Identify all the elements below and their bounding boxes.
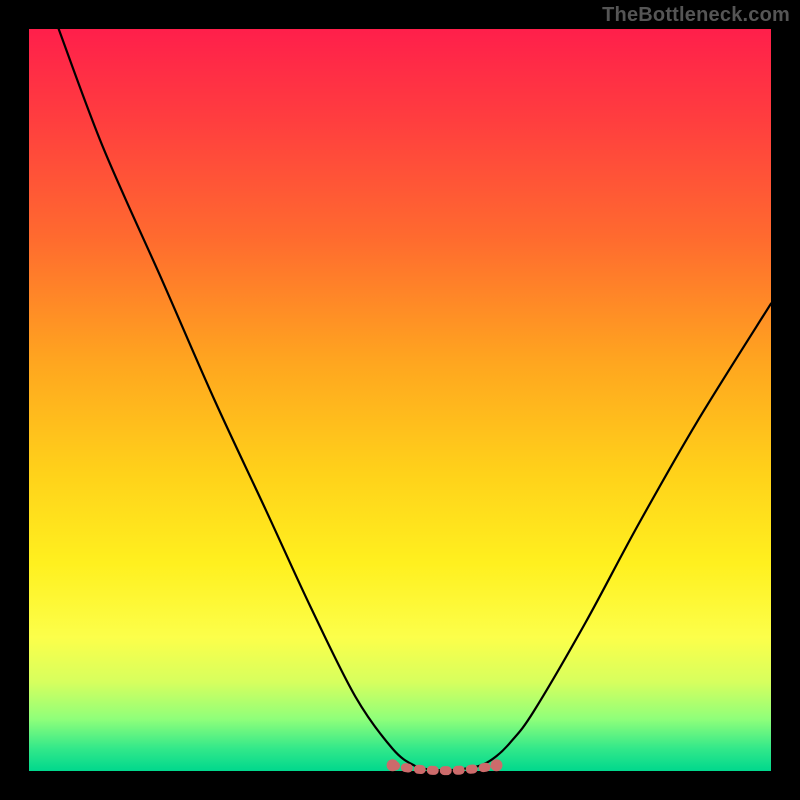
chart-frame: TheBottleneck.com	[0, 0, 800, 800]
curve-svg	[29, 29, 771, 771]
bottleneck-curve	[59, 29, 771, 770]
least-bottleneck-band	[387, 759, 503, 771]
plot-area	[29, 29, 771, 771]
watermark-text: TheBottleneck.com	[602, 4, 790, 27]
